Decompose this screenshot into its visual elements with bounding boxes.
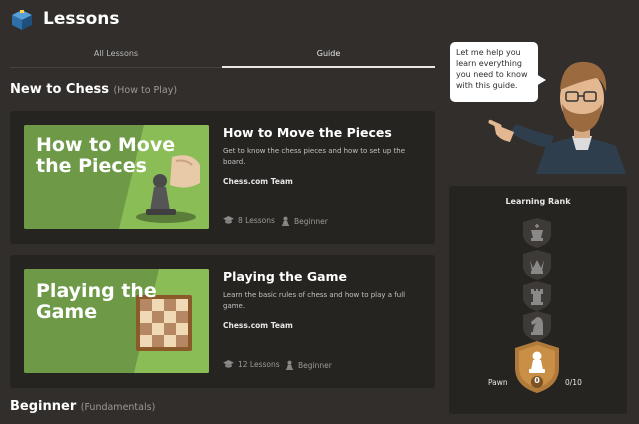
thumb-title-line1: How to Move — [36, 134, 176, 156]
thumb-title-line2: Game — [36, 301, 98, 323]
course-level: Beginner — [281, 216, 328, 226]
course-author: Chess.com Team — [223, 321, 293, 330]
learning-rank-title: Learning Rank — [505, 197, 571, 206]
section-subtitle: (Fundamentals) — [80, 402, 156, 413]
course-title[interactable]: Playing the Game — [223, 269, 347, 284]
lessons-logo-icon — [12, 10, 32, 30]
pawn-level-icon — [285, 360, 294, 370]
course-lessons-count: 8 Lessons — [223, 216, 275, 225]
queen-rank-icon — [523, 250, 551, 280]
course-thumbnail[interactable]: How to Move the Pieces — [24, 125, 209, 229]
course-thumbnail[interactable]: Playing the Game — [24, 269, 209, 373]
rook-rank-icon — [523, 281, 551, 311]
tab-underline-inactive — [10, 67, 222, 68]
rank-name: Pawn — [488, 378, 508, 387]
tab-guide[interactable]: Guide — [222, 49, 435, 58]
thumb-title-line2: the Pieces — [36, 155, 147, 177]
king-rank-icon — [523, 218, 551, 248]
pawn-level-icon — [281, 216, 290, 226]
course-lessons-count: 12 Lessons — [223, 360, 280, 369]
section-subtitle: (How to Play) — [113, 85, 178, 96]
level-text: Beginner — [298, 360, 332, 370]
pawn-rank-badge-icon — [515, 341, 559, 393]
course-title[interactable]: How to Move the Pieces — [223, 125, 392, 140]
learning-rank-panel: Learning Rank 0 Pawn 0/10 — [449, 186, 627, 414]
tab-all-lessons[interactable]: All Lessons — [10, 49, 222, 58]
section-title-new-to-chess: New to Chess (How to Play) — [10, 82, 177, 97]
page-title: Lessons — [43, 9, 120, 29]
chessboard-icon — [136, 295, 192, 351]
lessons-count-text: 8 Lessons — [238, 216, 275, 225]
course-card-playing-the-game[interactable]: Playing the Game Playing the Game Learn … — [10, 255, 435, 388]
course-card-how-to-move[interactable]: How to Move the Pieces How to Move the P… — [10, 111, 435, 244]
lessons-count-text: 12 Lessons — [238, 360, 280, 369]
coach-avatar — [488, 61, 626, 174]
course-description: Get to know the chess pieces and how to … — [223, 147, 406, 166]
graduation-cap-icon — [223, 360, 234, 368]
course-description: Learn the basic rules of chess and how t… — [223, 291, 406, 310]
section-title-text: Beginner — [10, 399, 77, 414]
section-title-text: New to Chess — [10, 82, 109, 97]
thumb-title-line1: Playing the — [36, 280, 157, 302]
course-author: Chess.com Team — [223, 177, 293, 186]
section-title-beginner: Beginner (Fundamentals) — [10, 399, 155, 414]
level-text: Beginner — [294, 216, 328, 226]
course-level: Beginner — [285, 360, 332, 370]
knight-rank-icon — [523, 311, 551, 341]
graduation-cap-icon — [223, 216, 234, 224]
tab-underline-active — [222, 66, 435, 68]
rank-value: 0 — [534, 376, 540, 385]
rank-progress: 0/10 — [565, 378, 582, 387]
